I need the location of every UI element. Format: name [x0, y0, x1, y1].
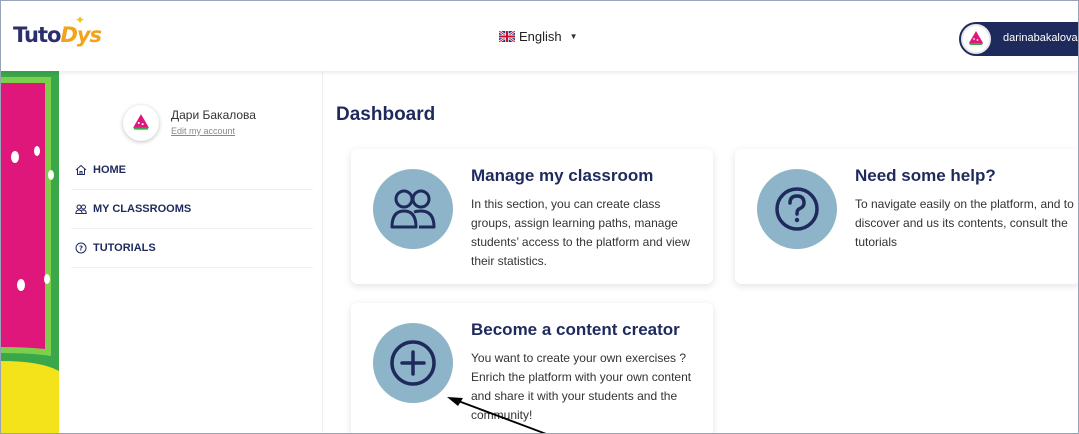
card-description: In this section, you can create class gr…: [471, 197, 690, 268]
content-creator-button[interactable]: [373, 323, 453, 403]
card-title: Need some help?: [855, 166, 996, 185]
svg-text:?: ?: [79, 245, 83, 253]
caret-down-icon: ▼: [569, 32, 578, 41]
sidebar-item-my-classrooms[interactable]: MY CLASSROOMS: [71, 190, 313, 229]
sidebar-item-label: HOME: [93, 164, 126, 176]
plus-circle-icon: [390, 340, 436, 386]
tutodys-logo[interactable]: TutoDys ✦: [13, 13, 102, 47]
sidebar-item-label: MY CLASSROOMS: [93, 203, 192, 215]
app-window: TutoDys ✦ English ▼ darinabakalova1 Дари…: [0, 0, 1079, 434]
sidebar-item-home[interactable]: HOME: [71, 151, 313, 190]
question-icon: [775, 187, 819, 231]
language-label: English: [519, 29, 562, 44]
sidebar: Дари Бакалова Edit my account HOME MY CL…: [59, 71, 323, 433]
manage-classroom-button[interactable]: [373, 169, 453, 249]
card-manage-classroom[interactable]: Manage my classroom In this section, you…: [351, 149, 713, 284]
profile-avatar[interactable]: [123, 105, 159, 141]
language-selector[interactable]: English ▼: [499, 29, 578, 44]
help-circle-icon: ?: [75, 242, 87, 254]
sidebar-nav: HOME MY CLASSROOMS ? TUTORIALS: [71, 151, 313, 268]
watermelon-avatar-icon: [133, 114, 149, 130]
logo-text-main: Tuto: [13, 23, 61, 47]
need-help-button[interactable]: [757, 169, 837, 249]
user-menu[interactable]: darinabakalova1: [959, 22, 1079, 56]
sidebar-item-label: TUTORIALS: [93, 242, 156, 254]
watermelon-illustration: [1, 71, 59, 433]
edit-account-link[interactable]: Edit my account: [171, 126, 235, 136]
sidebar-item-tutorials[interactable]: ? TUTORIALS: [71, 229, 313, 268]
card-description: To navigate easily on the platform, and …: [855, 197, 1074, 249]
card-description: You want to create your own exercises ? …: [471, 351, 692, 422]
watermelon-avatar-icon: [969, 31, 983, 45]
users-icon: [75, 204, 87, 214]
main-content: Dashboard Manage my classroom In this se…: [323, 71, 1078, 433]
top-header: TutoDys ✦ English ▼ darinabakalova1: [1, 1, 1079, 71]
uk-flag-icon: [499, 31, 515, 42]
users-icon: [390, 189, 436, 229]
sparkle-icon: ✦: [75, 13, 85, 27]
page-title: Dashboard: [336, 104, 436, 125]
card-need-help[interactable]: Need some help? To navigate easily on th…: [735, 149, 1078, 284]
home-icon: [75, 164, 87, 175]
profile-name: Дари Бакалова: [171, 108, 256, 122]
decorative-fruit-strip: [1, 71, 59, 433]
user-avatar: [961, 24, 991, 54]
username: darinabakalova1: [1003, 32, 1079, 44]
card-content-creator[interactable]: Become a content creator You want to cre…: [351, 303, 713, 433]
card-title: Become a content creator: [471, 320, 680, 339]
card-title: Manage my classroom: [471, 166, 654, 185]
